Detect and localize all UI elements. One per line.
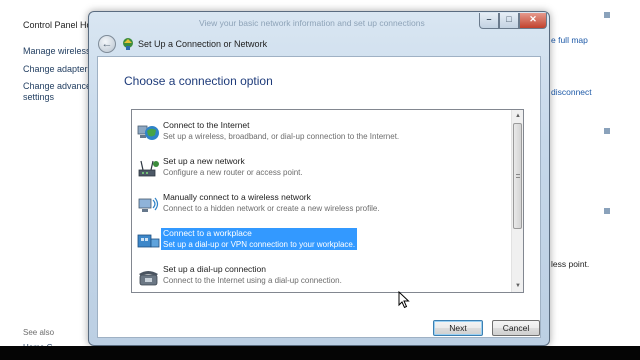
back-arrow-icon: ← bbox=[101, 38, 113, 50]
option-connect-internet[interactable]: Connect to the Internet Set up a wireles… bbox=[135, 118, 511, 152]
close-icon: ✕ bbox=[529, 14, 537, 24]
access-point-text: less point. bbox=[551, 259, 590, 269]
router-icon bbox=[138, 160, 159, 177]
globe-network-icon bbox=[137, 125, 159, 140]
back-button[interactable]: ← bbox=[98, 35, 116, 53]
bg-scroll-mark bbox=[604, 12, 610, 18]
disconnect-link[interactable]: disconnect bbox=[551, 87, 592, 97]
grip-icon bbox=[516, 174, 520, 178]
wireless-computer-icon bbox=[138, 197, 159, 212]
scroll-down-icon[interactable]: ▼ bbox=[512, 280, 524, 292]
list-scrollbar[interactable]: ▲ ▼ bbox=[511, 110, 523, 292]
change-advanced-link-cont[interactable]: settings bbox=[23, 92, 54, 102]
option-new-network[interactable]: Set up a new network Configure a new rou… bbox=[135, 154, 511, 188]
desktop-screen: Control Panel Ho Manage wireless Change … bbox=[0, 0, 640, 360]
see-also-label: See also bbox=[23, 328, 55, 337]
option-title: Connect to a workplace bbox=[161, 228, 358, 239]
window-titlebar[interactable]: View your basic network information and … bbox=[89, 12, 549, 34]
connection-options-list[interactable]: Connect to the Internet Set up a wireles… bbox=[131, 109, 524, 293]
mouse-cursor-icon bbox=[398, 291, 410, 309]
telephone-icon bbox=[139, 271, 158, 286]
option-description: Set up a wireless, broadband, or dial-up… bbox=[163, 132, 400, 141]
option-title: Set up a dial-up connection bbox=[163, 264, 267, 274]
video-letterbox-bar bbox=[0, 346, 640, 360]
maximize-icon: □ bbox=[506, 14, 512, 24]
control-panel-home-link[interactable]: Control Panel Ho bbox=[23, 20, 92, 30]
see-full-map-link[interactable]: e full map bbox=[551, 35, 588, 45]
workplace-icon bbox=[137, 234, 160, 248]
manage-wireless-link[interactable]: Manage wireless bbox=[23, 46, 91, 56]
dialog-content: Choose a connection option Connect to th… bbox=[97, 56, 541, 338]
option-connect-workplace[interactable]: Connect to a workplace Set up a dial-up … bbox=[135, 226, 511, 260]
option-description: Configure a new router or access point. bbox=[163, 168, 303, 177]
option-dialup[interactable]: Set up a dial-up connection Connect to t… bbox=[135, 262, 511, 296]
minimize-icon: – bbox=[486, 14, 492, 24]
control-panel-sidebar: Control Panel Ho Manage wireless Change … bbox=[0, 0, 96, 352]
page-heading: Choose a connection option bbox=[124, 74, 273, 88]
minimize-button[interactable]: – bbox=[479, 13, 499, 29]
option-title: Manually connect to a wireless network bbox=[163, 192, 311, 202]
network-setup-icon bbox=[123, 38, 133, 50]
option-title: Set up a new network bbox=[163, 156, 245, 166]
option-description: Connect to the Internet using a dial-up … bbox=[163, 276, 342, 285]
next-button[interactable]: Next bbox=[433, 320, 483, 336]
scroll-thumb[interactable] bbox=[513, 123, 522, 229]
change-advanced-link[interactable]: Change advanced bbox=[23, 81, 96, 91]
option-description: Connect to a hidden network or create a … bbox=[163, 204, 380, 213]
option-manual-wireless[interactable]: Manually connect to a wireless network C… bbox=[135, 190, 511, 224]
option-title: Connect to the Internet bbox=[163, 120, 250, 130]
cancel-button[interactable]: Cancel bbox=[492, 320, 540, 336]
option-description: Set up a dial-up or VPN connection to yo… bbox=[161, 239, 358, 250]
maximize-button[interactable]: □ bbox=[499, 13, 519, 29]
close-button[interactable]: ✕ bbox=[519, 13, 547, 29]
background-ghost-title: View your basic network information and … bbox=[199, 18, 425, 28]
window-title: Set Up a Connection or Network bbox=[138, 39, 268, 49]
scroll-up-icon[interactable]: ▲ bbox=[512, 110, 524, 122]
bg-scroll-mark bbox=[604, 128, 610, 134]
setup-connection-window: View your basic network information and … bbox=[88, 11, 550, 346]
bg-scroll-mark bbox=[604, 208, 610, 214]
change-adapter-link[interactable]: Change adapter s bbox=[23, 64, 95, 74]
